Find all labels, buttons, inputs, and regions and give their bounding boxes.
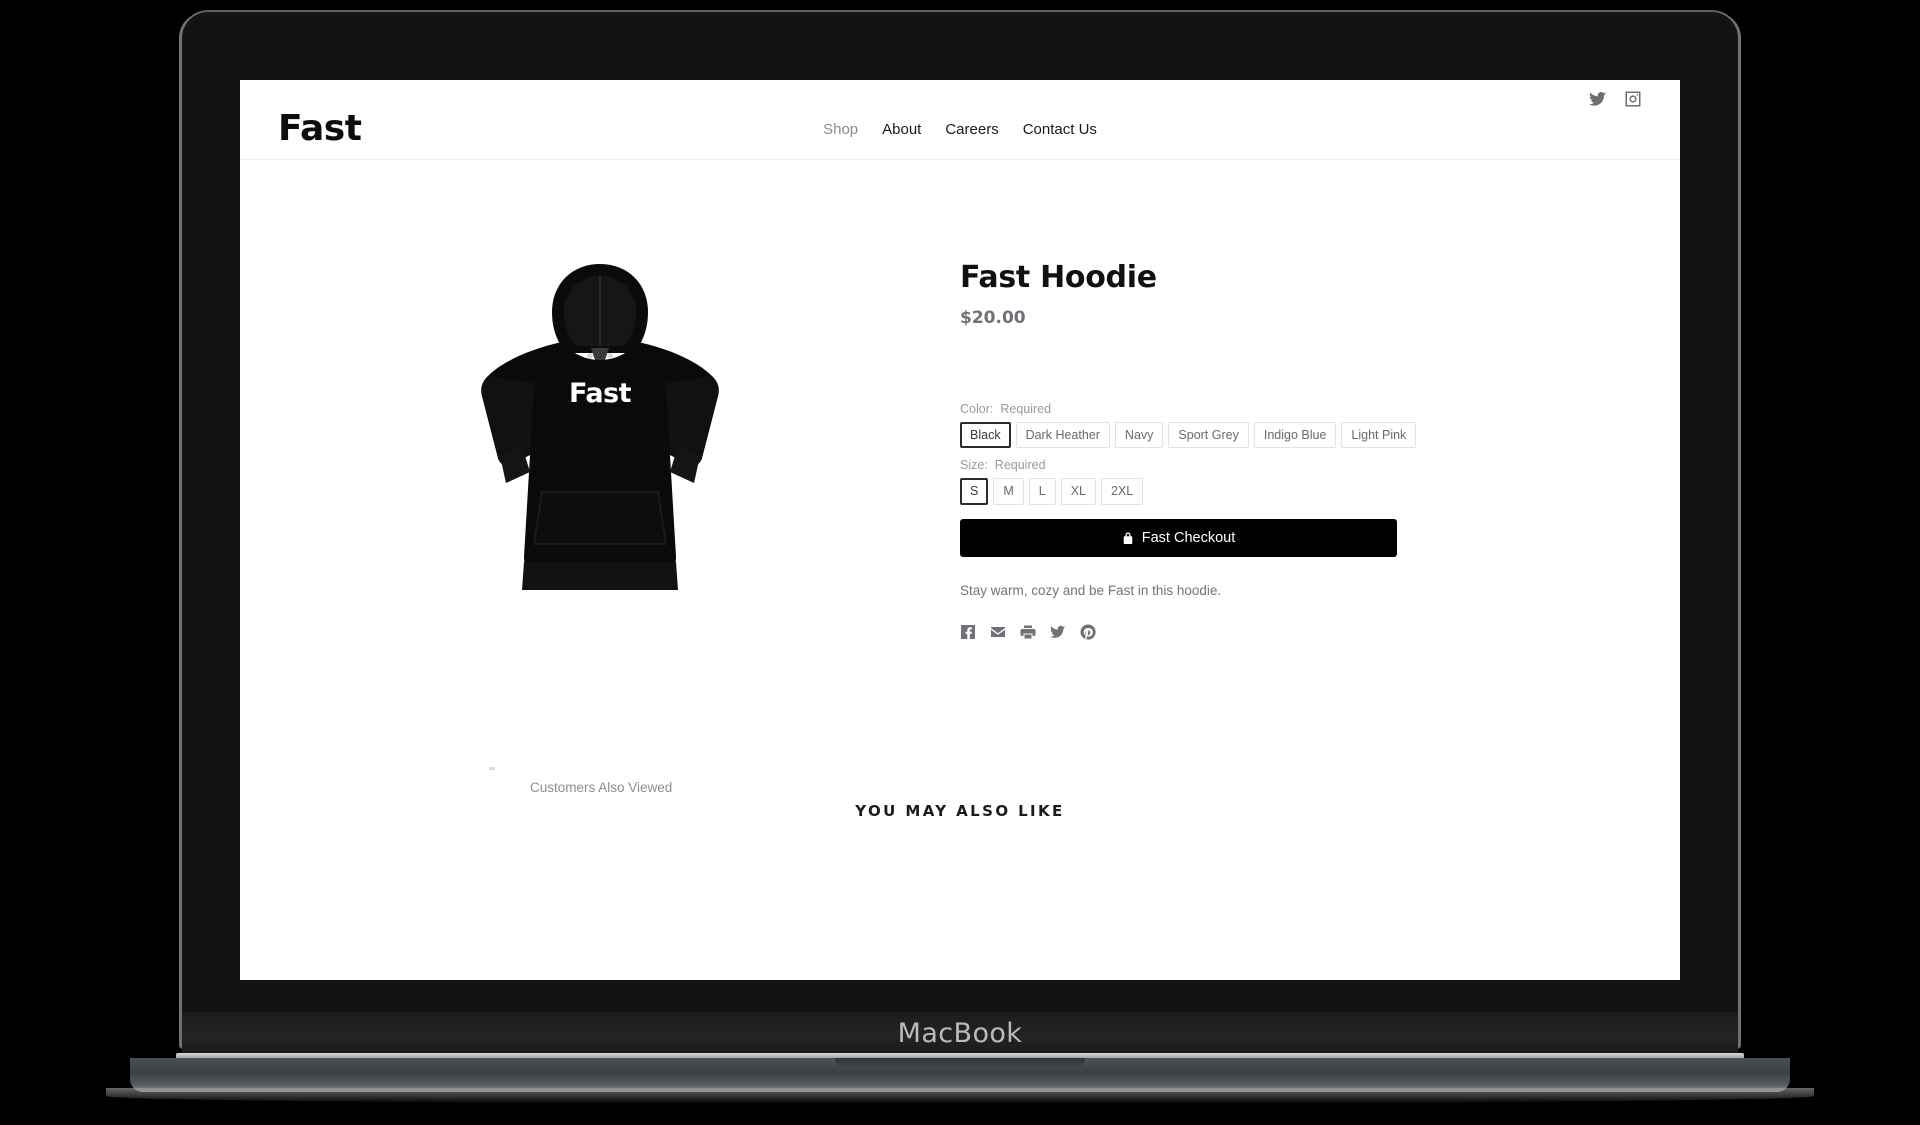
brand-logo[interactable]: Fast: [278, 108, 362, 149]
laptop-bezel-chin: MacBook: [182, 1012, 1738, 1055]
hoodie-chest-text: Fast: [568, 378, 632, 409]
product-title: Fast Hoodie: [960, 260, 1157, 295]
color-option-label: Color: Required: [960, 402, 1620, 416]
browser-viewport: Fast Shop About Careers Contact Us Fast …: [240, 80, 1680, 980]
share-row: [960, 624, 1620, 640]
twitter-icon[interactable]: [1050, 624, 1066, 640]
fast-checkout-label: Fast Checkout: [1141, 529, 1236, 546]
color-label-text: Color:: [960, 402, 994, 416]
size-required-text: Required: [994, 458, 1046, 473]
decorative-artifact: [489, 767, 495, 770]
nav-item-careers[interactable]: Careers: [945, 121, 998, 138]
fast-checkout-button[interactable]: Fast Checkout: [960, 518, 1397, 557]
size-swatch-m[interactable]: M: [993, 478, 1024, 505]
laptop-base: [130, 1058, 1790, 1092]
color-swatch-navy[interactable]: Navy: [1114, 422, 1164, 449]
nav-item-contact-us[interactable]: Contact Us: [1023, 121, 1097, 138]
product-details: Fast Hoodie $20.00 Color: Required Black …: [960, 200, 1680, 640]
color-option-group: Color: Required Black Dark Heather Navy S…: [960, 402, 1620, 449]
main-nav: Shop About Careers Contact Us: [823, 121, 1097, 138]
color-swatch-sport-grey[interactable]: Sport Grey: [1168, 422, 1249, 449]
color-swatch-black[interactable]: Black: [960, 422, 1011, 449]
print-icon[interactable]: [1020, 624, 1036, 640]
laptop-base-notch: [835, 1058, 1085, 1069]
color-swatch-dark-heather[interactable]: Dark Heather: [1015, 422, 1110, 449]
instagram-icon[interactable]: [1624, 90, 1642, 108]
macbook-mockup: Fast Shop About Careers Contact Us Fast …: [0, 0, 1920, 1125]
you-may-also-like-heading: YOU MAY ALSO LIKE: [855, 802, 1065, 820]
size-swatch-2xl[interactable]: 2XL: [1101, 478, 1144, 505]
color-swatch-row: Black Dark Heather Navy Sport Grey Indig…: [960, 422, 1620, 449]
macbook-wordmark: MacBook: [897, 1018, 1023, 1049]
size-swatch-l[interactable]: L: [1028, 478, 1056, 505]
product-price: $20.00: [960, 308, 1026, 328]
product-description: Stay warm, cozy and be Fast in this hood…: [960, 582, 1222, 598]
size-option-group: Size: Required S M L XL 2XL: [960, 458, 1620, 505]
laptop-base-shadow: [106, 1088, 1814, 1104]
pinterest-icon[interactable]: [1080, 624, 1096, 640]
facebook-icon[interactable]: [960, 624, 976, 640]
product-image-hoodie[interactable]: Fast: [450, 260, 750, 610]
email-icon[interactable]: [990, 624, 1006, 640]
size-option-label: Size: Required: [960, 458, 1620, 472]
site-header: Fast Shop About Careers Contact Us: [240, 80, 1680, 160]
nav-item-shop[interactable]: Shop: [823, 121, 858, 138]
twitter-icon[interactable]: [1589, 90, 1607, 108]
size-label-text: Size:: [960, 458, 988, 473]
lock-icon: [1122, 531, 1134, 545]
social-links: [1589, 90, 1642, 108]
size-swatch-xl[interactable]: XL: [1060, 478, 1097, 505]
size-swatch-row: S M L XL 2XL: [960, 478, 1620, 505]
color-required-text: Required: [1000, 402, 1052, 416]
nav-item-about[interactable]: About: [882, 121, 921, 138]
size-swatch-s[interactable]: S: [960, 478, 989, 505]
product-gallery: Fast: [240, 200, 960, 640]
color-swatch-indigo-blue[interactable]: Indigo Blue: [1253, 422, 1337, 449]
product-area: Fast Fast Hoodie $20.00 Color: Required B…: [240, 160, 1680, 640]
customers-also-viewed-label: Customers Also Viewed: [530, 780, 673, 795]
hoodie-illustration: [481, 264, 719, 590]
color-swatch-light-pink[interactable]: Light Pink: [1341, 422, 1417, 449]
